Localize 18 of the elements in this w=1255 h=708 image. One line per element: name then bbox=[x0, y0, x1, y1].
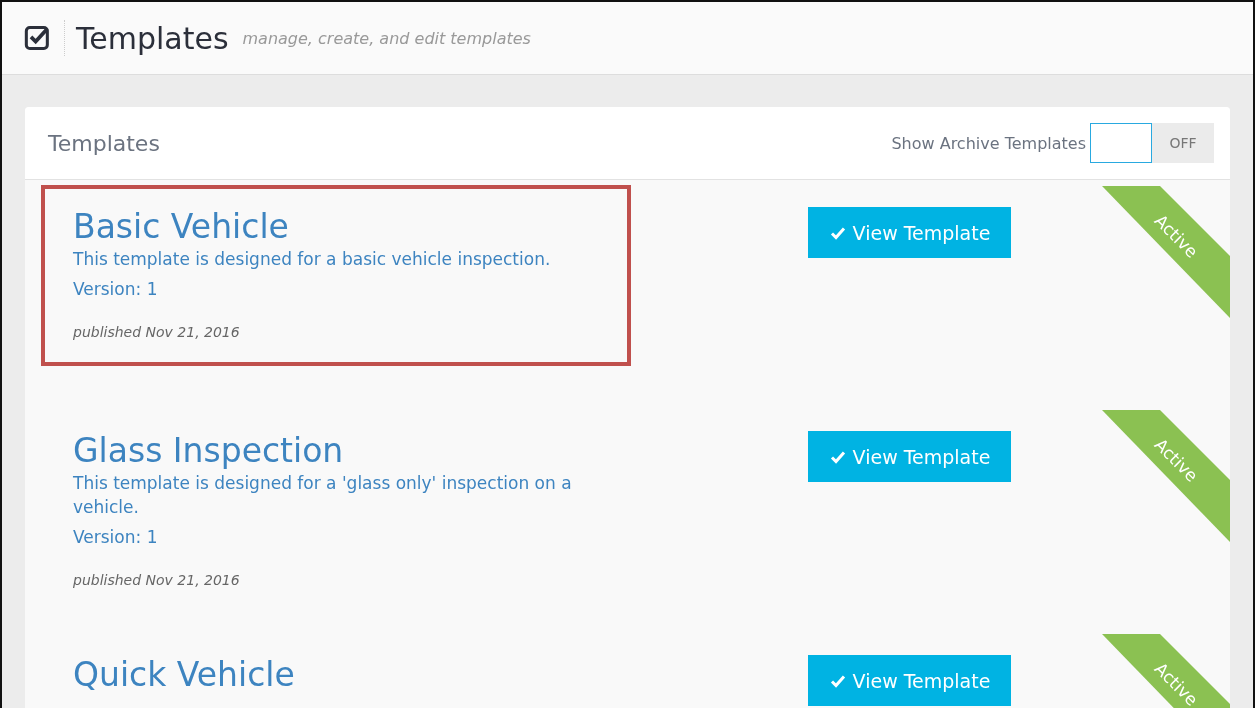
view-template-button[interactable]: View Template bbox=[808, 207, 1011, 258]
template-description: This template is designed for a basic vehicle inspection. bbox=[73, 248, 552, 271]
toggle-label: Show Archive Templates bbox=[891, 133, 1086, 153]
template-version: Version: 1 bbox=[73, 278, 159, 301]
published-date: published Nov 21, 2016 bbox=[73, 572, 241, 588]
view-template-button[interactable]: View Template bbox=[808, 655, 1011, 706]
template-name: Glass Inspection bbox=[73, 431, 345, 471]
page-title: Templates bbox=[76, 20, 229, 56]
template-name: Quick Vehicle bbox=[73, 655, 296, 695]
template-version: Version: 1 bbox=[73, 526, 159, 549]
view-template-button[interactable]: View Template bbox=[808, 431, 1011, 482]
panel-title: Templates bbox=[48, 130, 160, 156]
checkbox-icon bbox=[24, 24, 52, 52]
template-name: Basic Vehicle bbox=[73, 207, 290, 247]
published-date: published Nov 21, 2016 bbox=[73, 324, 241, 340]
page-subtitle: manage, create, and edit templates bbox=[242, 28, 531, 48]
template-description: This template is designed for a 'glass only' inspection on a vehicle. bbox=[73, 472, 573, 519]
archive-toggle[interactable]: OFF bbox=[1090, 123, 1214, 163]
